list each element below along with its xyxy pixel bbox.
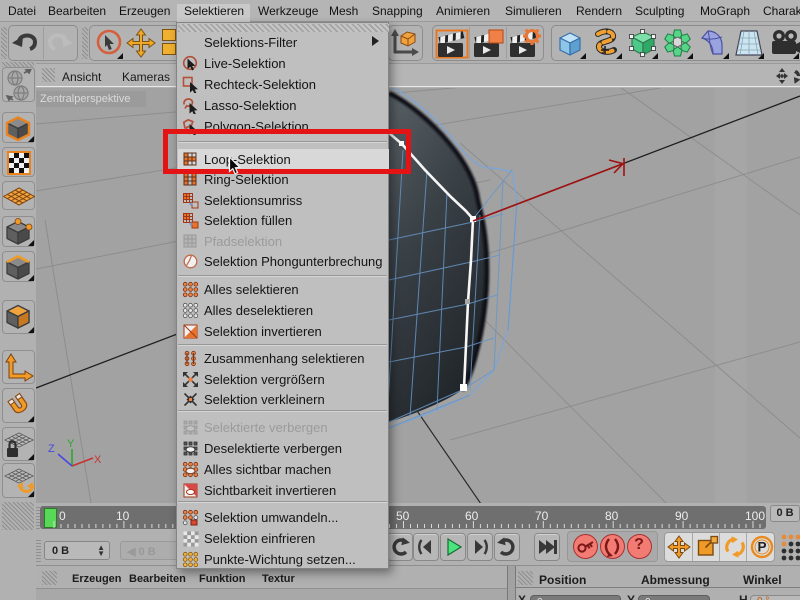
svg-text:P: P — [757, 540, 766, 555]
svg-text:Y: Y — [67, 438, 75, 450]
svg-text:X: X — [94, 454, 102, 466]
svg-text:Z: Z — [48, 443, 55, 455]
